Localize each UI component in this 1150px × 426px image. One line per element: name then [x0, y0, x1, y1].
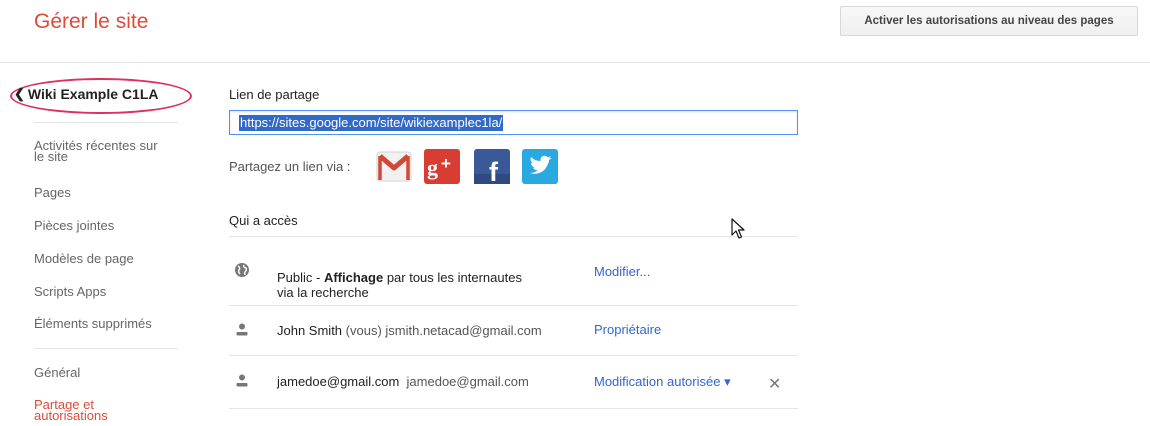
sidebar-divider: [34, 348, 178, 349]
svg-text:+: +: [441, 154, 451, 173]
enable-page-permissions-button[interactable]: Activer les autorisations au niveau des …: [840, 6, 1138, 36]
site-name: Wiki Example C1LA: [27, 86, 159, 102]
access-list-label: Qui a accès: [229, 213, 298, 228]
person-icon: [234, 373, 250, 394]
sidebar-item-recent-activity[interactable]: Activités récentes sur le site: [34, 139, 158, 163]
owner-name: John Smith: [277, 323, 343, 338]
sidebar-item-page-templates[interactable]: Modèles de page: [34, 252, 134, 265]
sidebar-divider: [34, 122, 178, 123]
remove-user-button[interactable]: ✕: [768, 374, 781, 394]
access-divider: [229, 408, 798, 409]
google-plus-icon[interactable]: g +: [424, 148, 460, 185]
share-link-label: Lien de partage: [229, 87, 320, 102]
owner-role-label: Propriétaire: [594, 322, 662, 337]
gmail-icon[interactable]: [376, 148, 412, 185]
mouse-cursor-icon: [731, 218, 745, 245]
owner-qualifier: (vous): [342, 323, 382, 338]
chevron-left-icon: ❮: [14, 86, 25, 101]
globe-icon: [234, 262, 250, 283]
public-visibility: Affichage: [323, 270, 384, 285]
header-divider: [0, 62, 1150, 63]
access-row-public: Public - Affichage par tous les internau…: [277, 255, 522, 300]
access-divider: [229, 355, 798, 356]
editor-permission-dropdown[interactable]: Modification autorisée ▾: [594, 374, 731, 390]
access-divider: [229, 236, 798, 237]
sidebar-item-deleted-items[interactable]: Éléments supprimés: [34, 317, 152, 330]
access-divider: [229, 305, 798, 306]
svg-text:g: g: [427, 155, 438, 180]
access-row-owner: John Smith (vous) jsmith.netacad@gmail.c…: [277, 323, 542, 338]
public-prefix: Public -: [277, 270, 324, 285]
sidebar-item-sharing[interactable]: Partage et autorisations: [34, 398, 108, 422]
twitter-icon[interactable]: [522, 148, 558, 185]
facebook-icon[interactable]: f: [474, 148, 510, 187]
editor-email: jamedoe@gmail.com: [406, 374, 529, 389]
sidebar-item-general[interactable]: Général: [34, 366, 80, 379]
back-to-site-link[interactable]: ❮ Wiki Example C1LA: [14, 86, 159, 102]
person-icon: [234, 322, 250, 343]
owner-email: jsmith.netacad@gmail.com: [381, 323, 542, 338]
sidebar-item-attachments[interactable]: Pièces jointes: [34, 219, 114, 232]
modify-visibility-link[interactable]: Modifier...: [594, 264, 650, 279]
svg-text:f: f: [489, 157, 499, 185]
share-link-selected-text: https://sites.google.com/site/wikiexampl…: [239, 115, 504, 131]
sidebar-item-apps-scripts[interactable]: Scripts Apps: [34, 285, 106, 298]
page-title: Gérer le site: [34, 10, 149, 33]
share-via-label: Partagez un lien via :: [229, 159, 351, 174]
sidebar-item-pages[interactable]: Pages: [34, 186, 71, 199]
editor-name: jamedoe@gmail.com: [277, 374, 400, 389]
access-row-editor: jamedoe@gmail.com jamedoe@gmail.com: [277, 374, 529, 389]
